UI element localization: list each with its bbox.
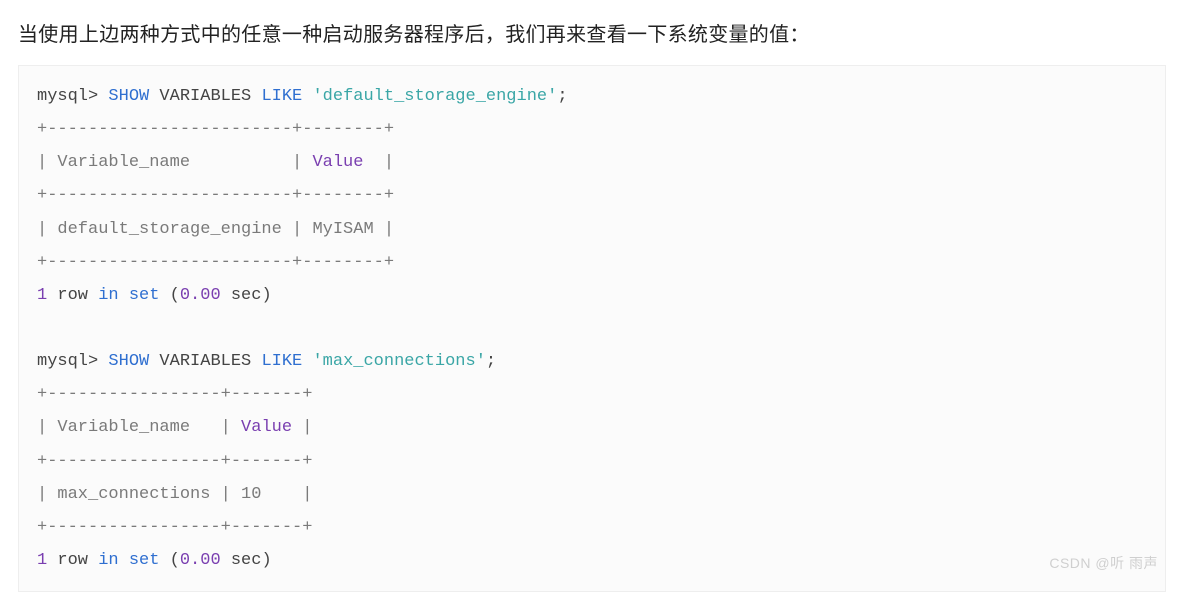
r1-d: ( <box>159 286 179 305</box>
code-block: mysql> SHOW VARIABLES LIKE 'default_stor… <box>18 65 1166 592</box>
t2-border-mid: +-----------------+-------+ <box>37 452 312 471</box>
t2-border-bot: +-----------------+-------+ <box>37 518 312 537</box>
r1-f: sec) <box>221 286 272 305</box>
r1-b: row <box>47 286 98 305</box>
q2-semi: ; <box>486 352 496 371</box>
r2-b: row <box>47 551 98 570</box>
t1-border-bot: +------------------------+--------+ <box>37 253 394 272</box>
q2-prompt: mysql> <box>37 352 108 371</box>
t1-hdr-a: | Variable_name | <box>37 153 312 172</box>
t2-border-top: +-----------------+-------+ <box>37 385 312 404</box>
r1-e: 0.00 <box>180 286 221 305</box>
t1-hdr-b: | <box>363 153 394 172</box>
r2-d: ( <box>159 551 179 570</box>
t1-border-mid: +------------------------+--------+ <box>37 186 394 205</box>
q2-show: SHOW <box>108 352 149 371</box>
q1-vars: VARIABLES <box>149 87 261 106</box>
r1-c <box>119 286 129 305</box>
r2-c <box>119 551 129 570</box>
r2-set: set <box>129 551 160 570</box>
q1-str: 'default_storage_engine' <box>312 87 557 106</box>
r2-a: 1 <box>37 551 47 570</box>
t1-hdr-value: Value <box>312 153 363 172</box>
r2-e: 0.00 <box>180 551 221 570</box>
t1-border-top: +------------------------+--------+ <box>37 120 394 139</box>
t2-hdr-value: Value <box>241 418 292 437</box>
q2-str: 'max_connections' <box>312 352 485 371</box>
t2-row: | max_connections | 10 | <box>37 485 312 504</box>
q1-show: SHOW <box>108 87 149 106</box>
r2-f: sec) <box>221 551 272 570</box>
q1-sp <box>302 87 312 106</box>
r1-a: 1 <box>37 286 47 305</box>
r2-in: in <box>98 551 118 570</box>
r1-set: set <box>129 286 160 305</box>
q2-like: LIKE <box>261 352 302 371</box>
t1-row: | default_storage_engine | MyISAM | <box>37 220 394 239</box>
q2-vars: VARIABLES <box>149 352 261 371</box>
intro-text: 当使用上边两种方式中的任意一种启动服务器程序后，我们再来查看一下系统变量的值： <box>18 18 1166 47</box>
t2-hdr-b: | <box>292 418 312 437</box>
q1-semi: ; <box>557 87 567 106</box>
r1-in: in <box>98 286 118 305</box>
t2-hdr-a: | Variable_name | <box>37 418 241 437</box>
q1-like: LIKE <box>261 87 302 106</box>
q2-sp <box>302 352 312 371</box>
q1-prompt: mysql> <box>37 87 108 106</box>
